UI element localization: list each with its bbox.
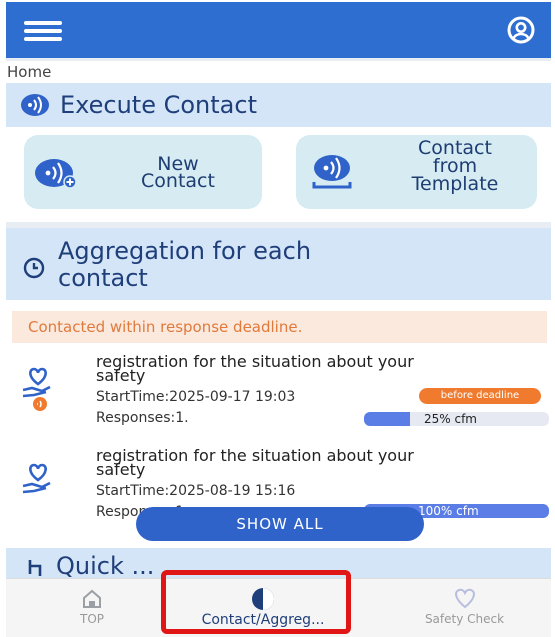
hamburger-icon[interactable]: [24, 18, 62, 44]
contact-title: registration for the situation about you…: [96, 446, 551, 479]
contact-from-template-button[interactable]: Contact from Template: [296, 135, 537, 209]
nav-safety-check[interactable]: Safety Check: [378, 579, 551, 637]
status-badge: before deadline: [419, 388, 541, 404]
aggregation-title: Aggregation for each contact: [58, 238, 311, 292]
progress-label: 100% cfm: [418, 504, 479, 518]
breadcrumb[interactable]: Home: [6, 61, 551, 83]
progress-label: 25% cfm: [424, 412, 477, 426]
responses-count: Responses:1.: [96, 410, 189, 426]
broadcast-icon: [20, 92, 50, 118]
deadline-notice: Contacted within response deadline.: [12, 311, 547, 343]
contact-title-line1: registration for the situation about you…: [96, 352, 414, 371]
progress-bar-fill: [364, 412, 411, 426]
nav-safety-check-label: Safety Check: [424, 612, 505, 626]
new-contact-button[interactable]: New Contact: [24, 135, 262, 209]
user-circle-icon[interactable]: [507, 16, 535, 44]
aggregation-card: Contacted within response deadline. regi…: [6, 300, 551, 578]
aggregation-header: Aggregation for each contact: [6, 228, 551, 300]
home-icon: [6, 588, 178, 612]
nav-top-label: TOP: [79, 612, 104, 626]
aggregation-title-line1: Aggregation for each: [58, 237, 312, 265]
aggregation-title-line2: contact: [58, 264, 148, 292]
quick-section-title: Quick ...: [56, 552, 155, 578]
contact-row[interactable]: registration for the situation about you…: [6, 352, 551, 444]
heart-hand-icon: [20, 460, 56, 496]
template-label-3: Template: [411, 173, 499, 195]
start-time: StartTime:2025-08-19 15:16: [96, 483, 296, 499]
heart-hand-icon: [20, 364, 56, 412]
start-time: StartTime:2025-09-17 19:03: [96, 389, 296, 405]
nav-top[interactable]: TOP: [6, 579, 178, 637]
execute-contact-card: New Contact Contact from Template: [6, 127, 551, 222]
execute-contact-header: Execute Contact: [6, 83, 551, 127]
highlight-box: [161, 570, 351, 634]
pointer-icon: [22, 556, 48, 578]
new-contact-label-2: Contact: [141, 170, 215, 192]
contact-title-line2: safety: [96, 366, 146, 385]
execute-contact-title: Execute Contact: [60, 91, 257, 119]
contact-title: registration for the situation about you…: [96, 352, 551, 385]
broadcast-plus-icon: [34, 157, 78, 189]
show-all-button[interactable]: SHOW ALL: [136, 507, 424, 541]
clock-icon: [22, 256, 46, 280]
contact-title-line1: registration for the situation about you…: [96, 446, 414, 465]
heart-icon: [378, 587, 551, 612]
broadcast-template-icon: [310, 153, 354, 191]
contact-title-line2: safety: [96, 460, 146, 479]
app-header: [6, 2, 551, 58]
main-content: Home Execute Contact New Contact Contact…: [6, 58, 551, 578]
